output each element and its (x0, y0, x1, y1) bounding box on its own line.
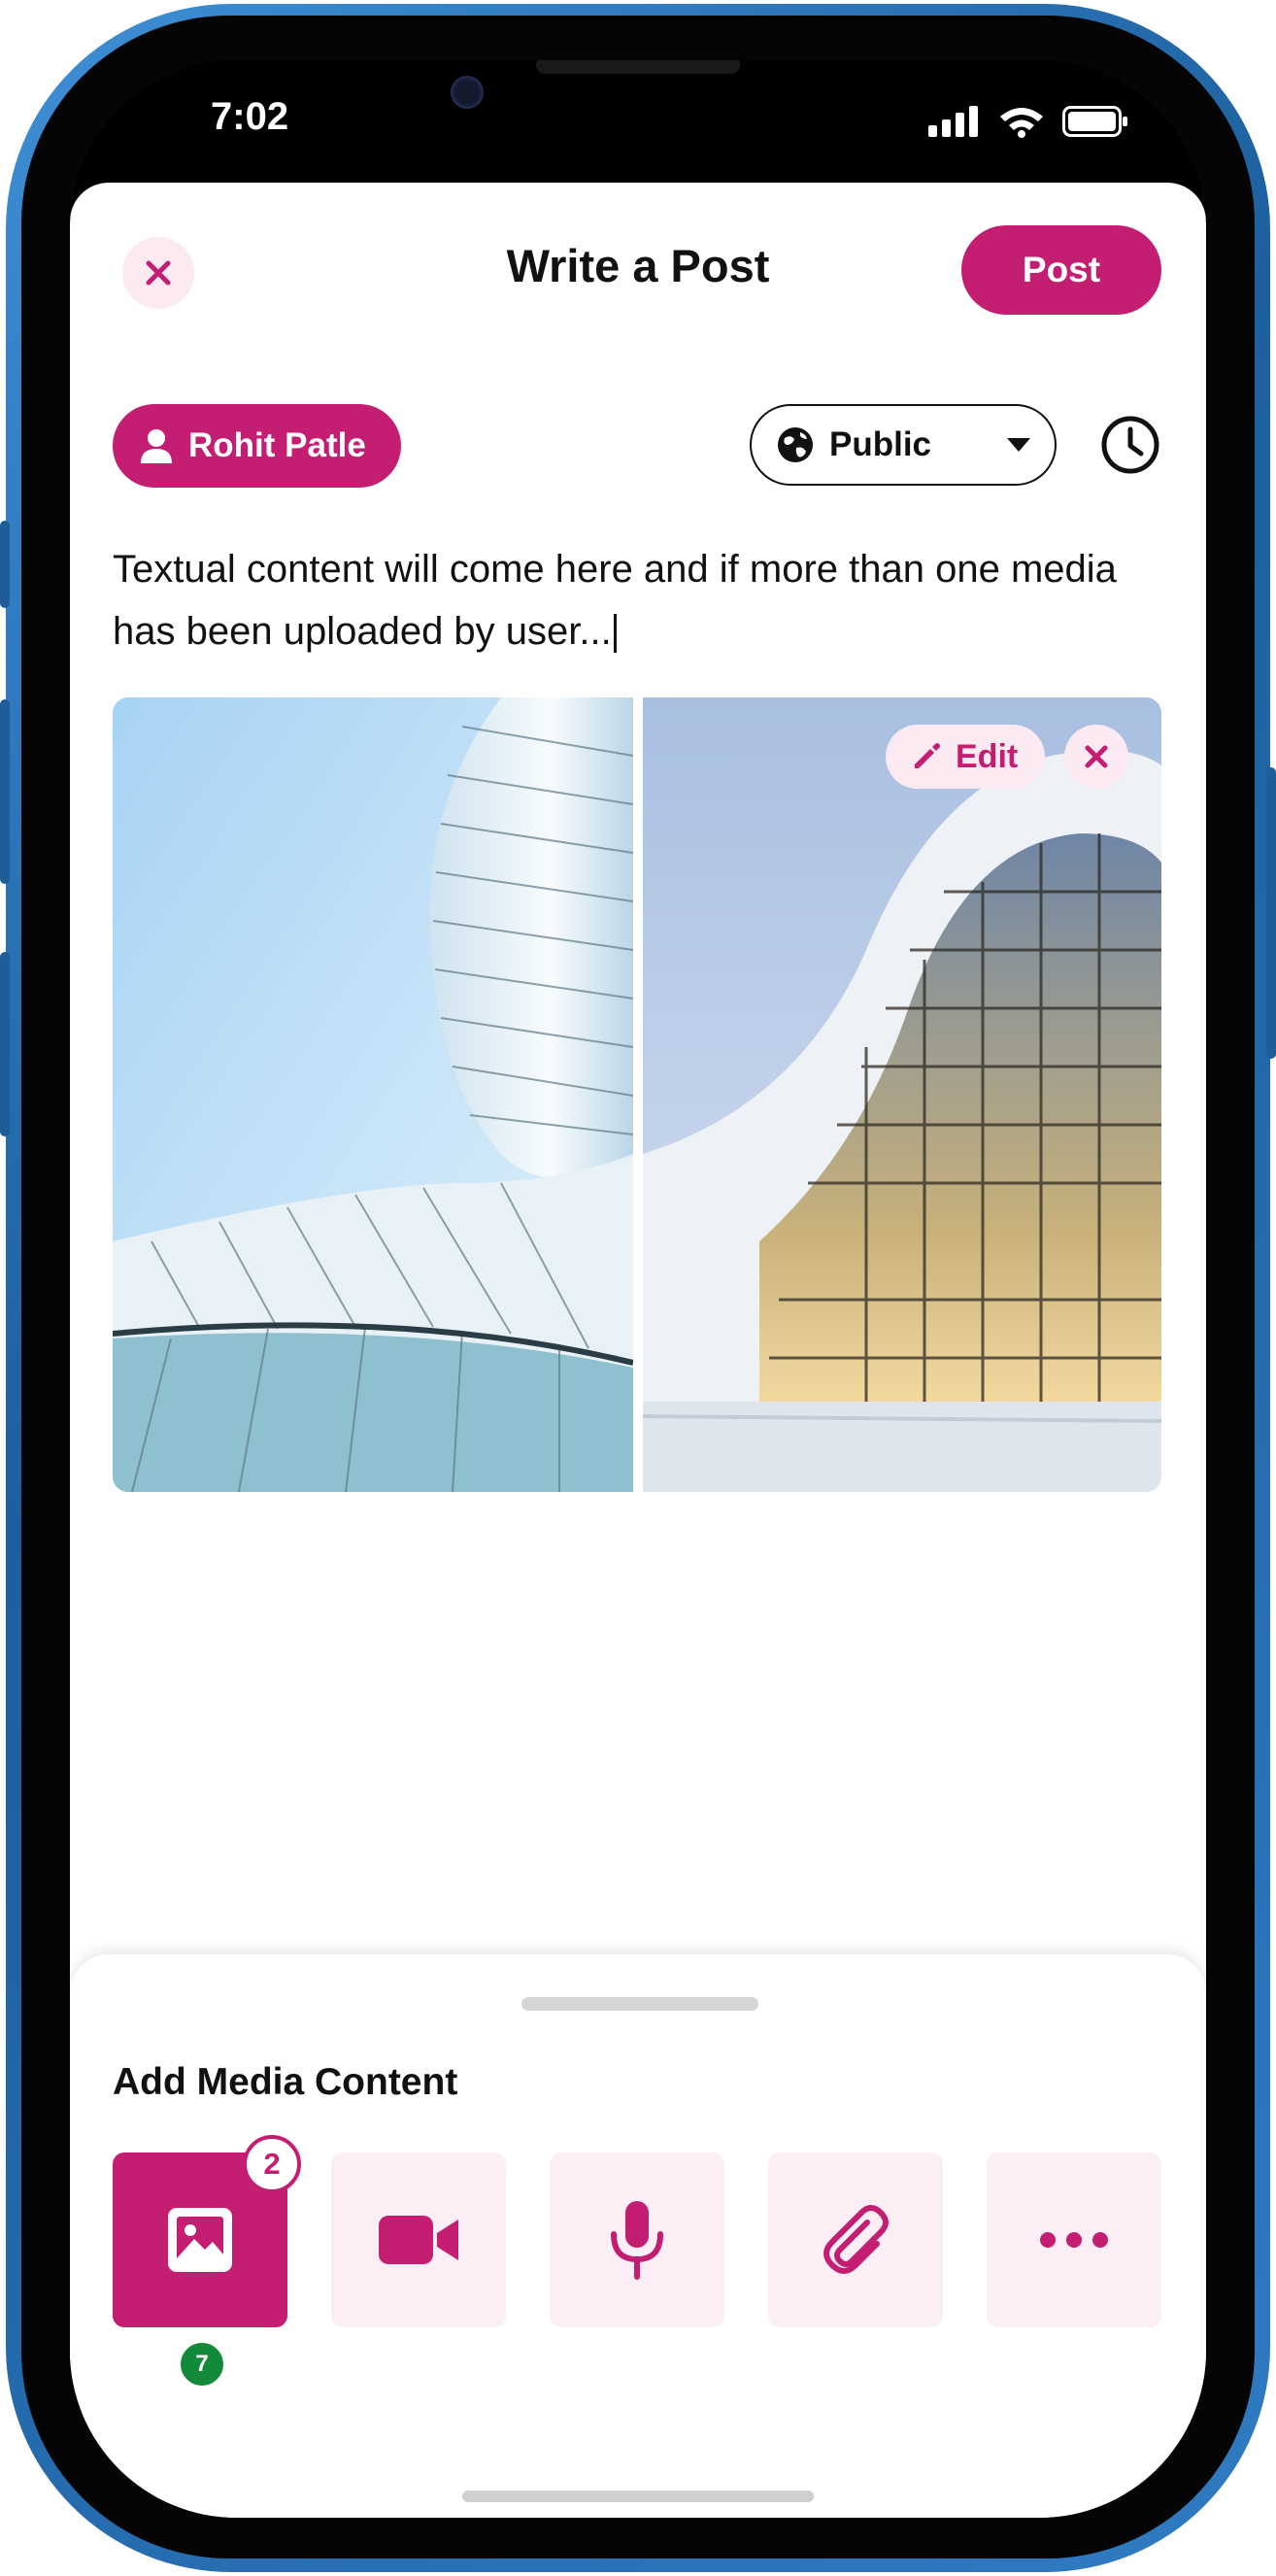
pencil-icon (915, 743, 940, 768)
image-icon (168, 2208, 232, 2272)
post-button[interactable]: Post (961, 225, 1161, 315)
sheet-drag-handle[interactable] (521, 1997, 758, 2011)
text-cursor (613, 614, 617, 654)
wifi-icon (1000, 108, 1043, 138)
close-icon (1085, 745, 1108, 768)
status-icons (928, 105, 1128, 138)
speaker-grille (536, 60, 740, 74)
person-icon (141, 429, 172, 463)
status-time: 7:02 (211, 95, 289, 138)
volume-up-button (0, 699, 10, 884)
clock-icon (1101, 416, 1159, 474)
visibility-value: Public (829, 425, 932, 463)
author-name: Rohit Patle (188, 426, 366, 464)
visibility-dropdown[interactable]: Public (750, 404, 1057, 486)
phone-screen: 7:02 Write a Post Post Rohit Patle Publi… (70, 60, 1206, 2518)
add-attachment-button[interactable] (768, 2152, 943, 2327)
status-bar: 7:02 (70, 60, 1206, 188)
media-image-2[interactable] (643, 697, 1161, 1492)
architecture-photo-2 (643, 697, 1161, 1492)
selected-count-badge: 2 (243, 2135, 301, 2193)
signal-icon (928, 106, 978, 137)
media-preview: Edit (113, 697, 1161, 1492)
more-options-button[interactable] (987, 2152, 1161, 2327)
caret-down-icon (1007, 438, 1030, 452)
add-video-button[interactable] (331, 2152, 506, 2327)
video-icon (379, 2216, 458, 2264)
sheet-title: Add Media Content (113, 2061, 458, 2103)
microphone-icon (611, 2201, 663, 2280)
edit-media-label: Edit (956, 737, 1019, 775)
volume-down-button (0, 952, 10, 1136)
add-audio-button[interactable] (550, 2152, 724, 2327)
globe-icon (778, 427, 813, 462)
battery-icon (1062, 106, 1127, 137)
home-indicator[interactable] (462, 2491, 814, 2502)
status-count-badge: 7 (179, 2341, 225, 2388)
media-image-1[interactable] (113, 697, 633, 1492)
edit-media-button[interactable]: Edit (886, 725, 1046, 789)
schedule-button[interactable] (1099, 414, 1161, 481)
add-image-button[interactable]: 2 7 (113, 2135, 301, 2388)
media-type-options: 2 7 (113, 2135, 1161, 2388)
more-icon (1040, 2232, 1108, 2248)
paperclip-icon (823, 2205, 889, 2274)
architecture-photo-1 (113, 697, 633, 1492)
power-button (1266, 767, 1276, 1059)
post-text-input[interactable]: Textual content will come here and if mo… (113, 538, 1161, 662)
author-chip[interactable]: Rohit Patle (113, 404, 401, 488)
mute-switch (0, 521, 10, 608)
media-bottom-sheet: Add Media Content 2 7 (70, 1954, 1206, 2518)
remove-media-button[interactable] (1064, 725, 1128, 789)
front-camera (451, 76, 484, 109)
post-composer: Write a Post Post Rohit Patle Public Tex… (70, 183, 1206, 2518)
